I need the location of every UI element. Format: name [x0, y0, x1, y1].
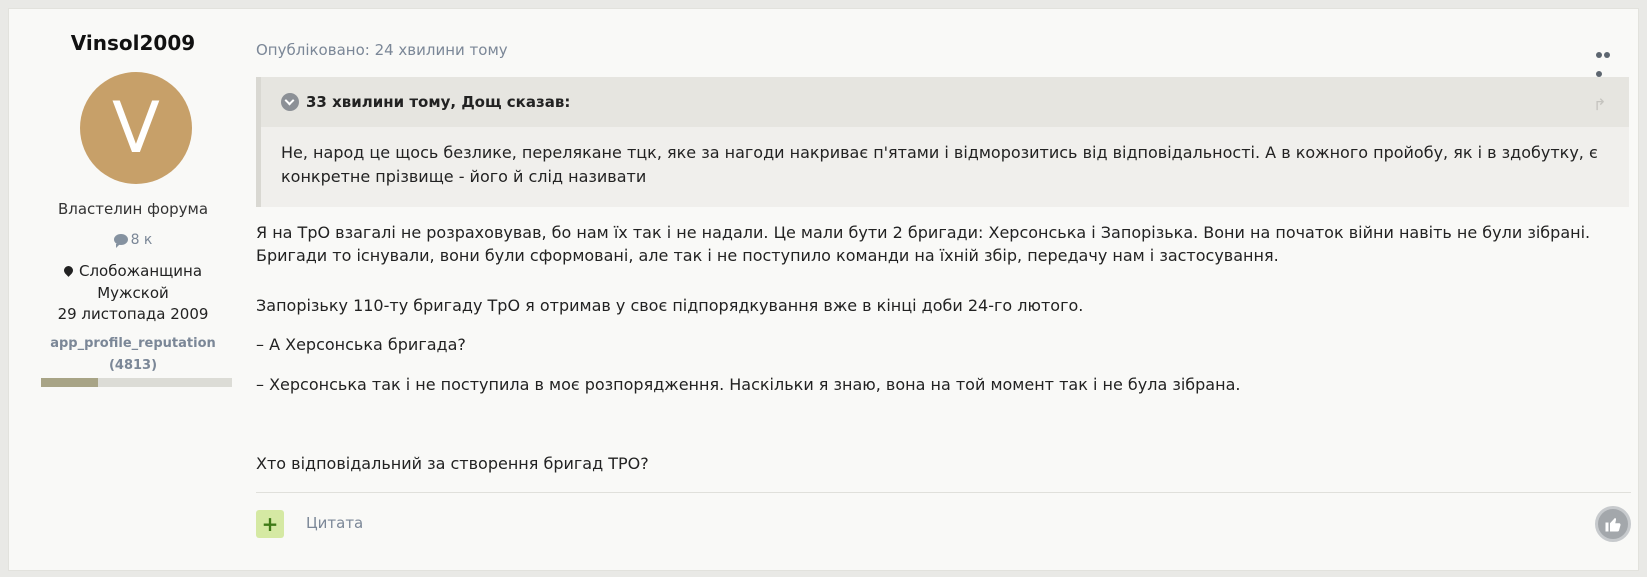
author-rank: Властелин форума [57, 200, 209, 218]
chevron-down-icon[interactable] [281, 93, 299, 111]
author-joined: 29 листопада 2009 [57, 305, 209, 323]
paragraph: Хто відповідальний за створення бригад Т… [256, 454, 649, 473]
plus-button[interactable]: + [256, 510, 284, 538]
author-gender: Мужской [97, 284, 169, 302]
author-name[interactable]: Vinsol2009 [9, 31, 257, 55]
author-panel: Vinsol2009 V Властелин форума 8 к Слобож… [9, 9, 257, 570]
published-time: Опубліковано: 24 хвилини тому [256, 41, 508, 59]
quote-button[interactable]: Цитата [306, 514, 363, 532]
quote-text: Не, народ це щось безлике, перелякане тц… [281, 143, 1598, 186]
paragraph: – Херсонська так і не поступила в моє ро… [256, 375, 1241, 394]
paragraph: Я на ТрО взагалі не розраховував, бо нам… [256, 223, 1591, 265]
more-options-icon[interactable] [1596, 43, 1618, 77]
post-count: 8 к [9, 232, 257, 248]
paragraph: Запорізьку 110-ту бригаду ТрО я отримав … [256, 296, 1084, 315]
go-to-quote-icon[interactable]: ↱ [1593, 95, 1609, 114]
quote-block: 33 хвилини тому, Дощ сказав: ↱ Не, народ… [256, 77, 1629, 207]
comment-icon [113, 234, 128, 248]
map-pin-icon [62, 264, 75, 277]
post-footer: + Цитата [256, 492, 1631, 542]
reputation-label: app_profile_reputation [50, 336, 216, 351]
like-button[interactable] [1595, 506, 1631, 542]
quote-citation: 33 хвилини тому, Дощ сказав: [306, 93, 571, 111]
quote-header: 33 хвилини тому, Дощ сказав: ↱ [261, 77, 1629, 127]
reputation-bar-fill [41, 378, 99, 387]
reputation-value: (4813) [108, 358, 158, 373]
paragraph: – А Херсонська бригада? [256, 335, 466, 354]
author-location: Слобожанщина [9, 262, 257, 280]
forum-post: Vinsol2009 V Властелин форума 8 к Слобож… [8, 8, 1639, 571]
post-count-value: 8 к [130, 232, 153, 248]
avatar[interactable]: V [80, 72, 192, 184]
reputation-bar [41, 378, 232, 387]
thumbs-up-icon [1605, 518, 1621, 532]
location-text: Слобожанщина [78, 262, 203, 280]
